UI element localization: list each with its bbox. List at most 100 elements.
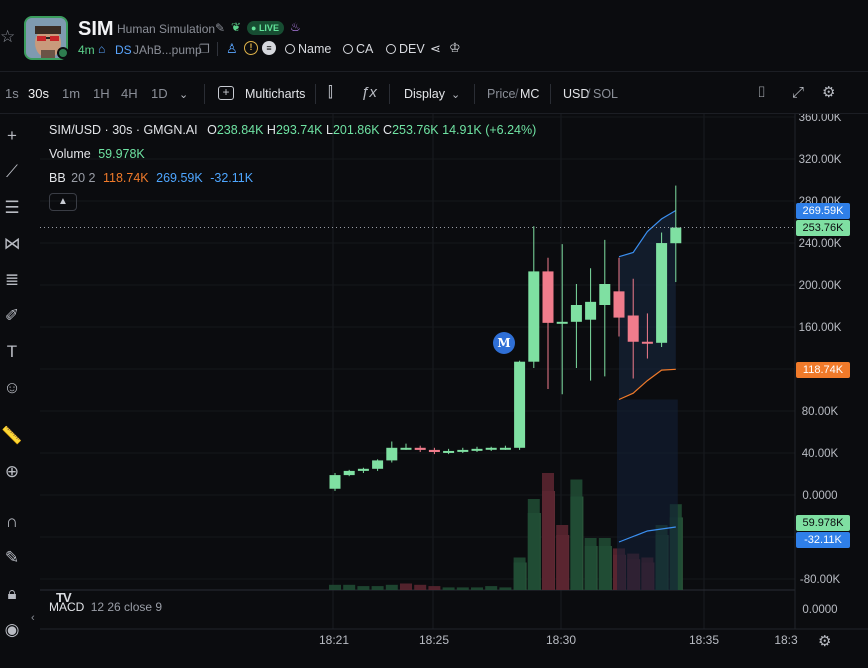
bb-upper-value: 269.59K	[156, 171, 203, 185]
indicators-icon[interactable]: ƒx	[361, 84, 377, 102]
candle-body	[400, 447, 412, 450]
candle-body	[471, 448, 483, 451]
timeframe-30s[interactable]: 30s	[28, 86, 49, 102]
volume-bar	[499, 587, 512, 590]
change-value: 14.91K (+6.24%)	[442, 123, 537, 137]
gear-icon[interactable]: ⚙	[822, 84, 835, 102]
bb-lower-shade	[617, 399, 678, 590]
chart-app: ☆ SIM Human Simulation ✎ ❦ ● LIVE ♨ 4m ⌂…	[0, 0, 868, 668]
volume-bar	[513, 557, 526, 590]
volume-bar	[400, 583, 412, 590]
fullscreen-icon[interactable]: ⤢	[792, 84, 804, 102]
plus-icon[interactable]: +	[218, 86, 234, 100]
candle-body	[499, 447, 511, 450]
bollinger-band-fill	[617, 210, 678, 590]
volume-bar	[414, 584, 427, 590]
timeframe-1s[interactable]: 1s	[5, 86, 19, 102]
mc-toggle[interactable]: MC	[520, 86, 539, 102]
volume-price-tag: 59.978K	[796, 515, 850, 531]
volume-bar	[584, 538, 597, 590]
ds-link[interactable]: DS	[115, 43, 132, 57]
candle-body	[329, 475, 341, 489]
contract-address[interactable]: JAhB...pump	[133, 43, 202, 57]
timeframe-1d[interactable]: 1D	[151, 86, 168, 102]
chevron-down-icon[interactable]: ⌄	[179, 86, 188, 104]
volume-bar	[598, 538, 611, 590]
close-value: 253.76K	[392, 123, 439, 137]
volume-label: Volume	[49, 147, 91, 161]
timeframe-1m[interactable]: 1m	[62, 86, 80, 102]
price-tick-label: 40.00K	[802, 448, 839, 460]
timeframe-4h[interactable]: 4H	[121, 86, 138, 102]
volume-bar	[471, 587, 483, 590]
toolbar-divider	[315, 84, 316, 104]
search-icon	[343, 44, 353, 54]
search-ca-link[interactable]: CA	[343, 41, 373, 57]
camera-icon[interactable]: ⌷	[757, 84, 766, 102]
warning-icon[interactable]: !	[244, 41, 258, 55]
volume-bar	[371, 586, 384, 590]
last-price-tag: 253.76K	[796, 220, 850, 236]
candle-body	[343, 470, 355, 476]
crown-icon[interactable]: ♔	[449, 40, 461, 56]
timeframe-1h[interactable]: 1H	[93, 86, 110, 102]
search-name-label: Name	[298, 42, 332, 56]
time-tick-label: 18:21	[319, 633, 349, 647]
price-chart[interactable]: M 360.00K320.00K280.00K240.00K200.00K160…	[0, 114, 868, 668]
price-tick-label: 240.00K	[799, 238, 842, 250]
token-symbol: SIM	[78, 18, 114, 40]
usd-toggle[interactable]: USD	[563, 86, 589, 102]
bb-lower-value: 118.74K	[103, 171, 149, 185]
low-value: 201.86K	[332, 123, 380, 137]
copy-icon[interactable]: ❐	[199, 42, 210, 56]
multicharts-button[interactable]: Multicharts	[245, 86, 305, 102]
candle-body	[386, 447, 398, 461]
share-icon[interactable]: ⋖	[430, 41, 441, 57]
collapse-legend-button[interactable]: ▲	[49, 193, 77, 211]
candle-body	[514, 361, 526, 448]
high-label: H	[266, 123, 276, 137]
price-tick-label: 0.0000	[802, 604, 837, 616]
token-name: Human Simulation	[117, 22, 216, 36]
macd-legend: MACD 12 26 close 9	[49, 600, 162, 614]
price-tick-label: 0.0000	[802, 490, 837, 502]
volume-bar	[527, 499, 540, 590]
chart-toolbar: 1s 30s 1m 1H 4H 1D ⌄ + Multicharts ⫿ ƒx …	[0, 72, 868, 114]
search-dev-label: DEV	[399, 42, 425, 56]
chart-settings-icon[interactable]: ⚙	[818, 632, 831, 650]
search-ca-label: CA	[356, 42, 374, 56]
candle-body	[428, 449, 440, 452]
price-tick-label: -80.00K	[800, 574, 841, 586]
edit-icon[interactable]: ✎	[215, 21, 225, 35]
macd-label: MACD	[49, 600, 85, 614]
candle-body	[570, 305, 582, 322]
price-tick-label: 200.00K	[799, 280, 842, 292]
candle-body	[414, 447, 426, 450]
price-toggle[interactable]: Price	[487, 86, 515, 102]
candle-body	[357, 468, 369, 471]
price-tick-label: 80.00K	[802, 406, 839, 418]
volume-bar	[357, 586, 370, 590]
time-axis: 18:21 18:25 18:30 18:35 18:3	[319, 633, 798, 647]
candles-icon[interactable]: ⫿	[328, 84, 333, 102]
menu-icon[interactable]: ≡	[262, 41, 276, 55]
search-icon	[386, 44, 396, 54]
search-name-link[interactable]: Name	[285, 41, 331, 57]
price-tick-label: 360.00K	[799, 114, 842, 124]
volume-bar	[456, 587, 469, 590]
high-value: 293.74K	[275, 123, 323, 137]
display-button[interactable]: Display	[404, 86, 445, 102]
home-icon[interactable]: ⌂	[98, 42, 105, 56]
chart-grid	[40, 114, 868, 630]
toolbar-divider	[389, 84, 390, 104]
avatar-badge	[57, 47, 69, 59]
candle-body	[528, 271, 540, 362]
candle-body	[542, 271, 554, 323]
bb-params: 20 2	[71, 171, 96, 185]
sol-toggle[interactable]: SOL	[593, 86, 618, 102]
star-icon[interactable]: ☆	[0, 28, 16, 46]
search-dev-link[interactable]: DEV	[386, 41, 425, 57]
chevron-down-icon[interactable]: ⌄	[451, 86, 460, 104]
candle-body	[485, 447, 497, 450]
user-icon[interactable]: ♙	[226, 41, 238, 57]
